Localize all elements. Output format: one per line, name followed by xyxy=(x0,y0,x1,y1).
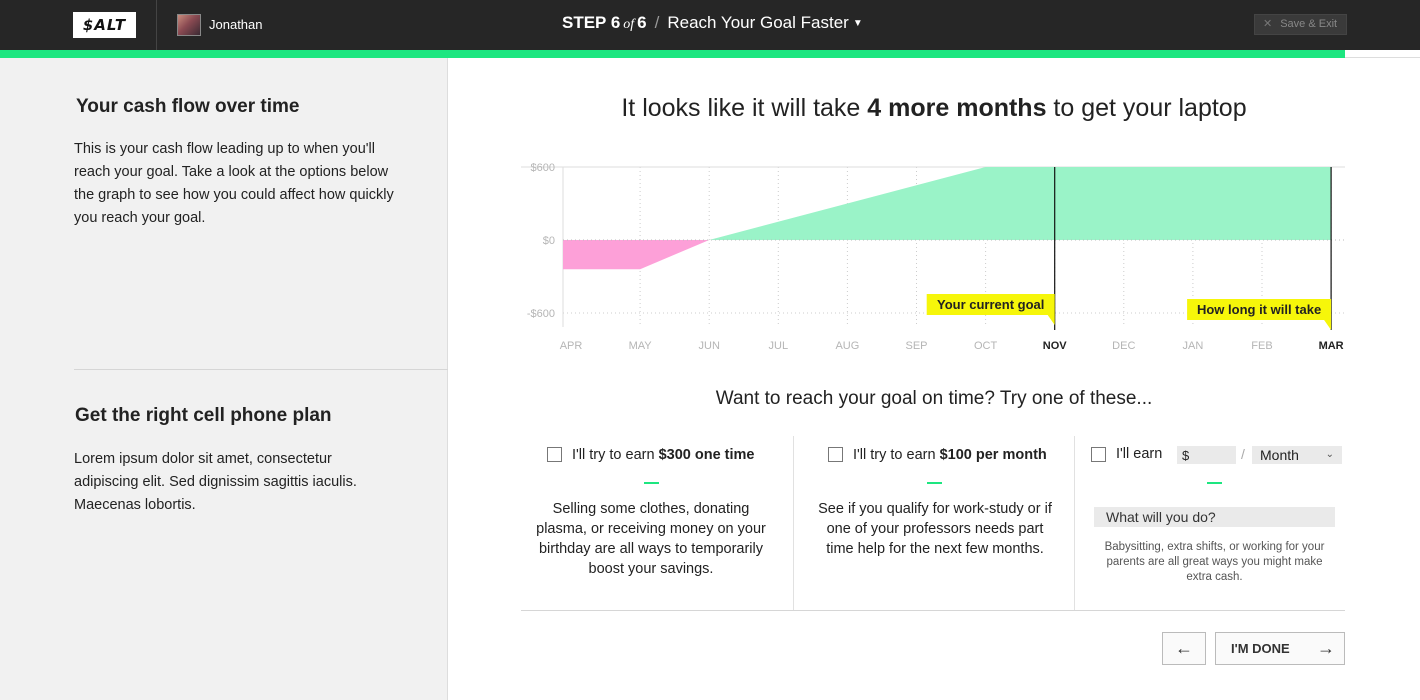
option1-label[interactable]: I'll try to earn $300 one time xyxy=(572,447,755,463)
step-label: STEP 6 xyxy=(562,13,621,32)
x-tick-label: OCT xyxy=(974,340,998,352)
negative-area xyxy=(563,240,710,270)
cash-flow-chart: $600 $0 -$600 APR MAY JUN JUL AUG SEP OCT NOV DEC JA… xyxy=(521,162,1345,352)
back-button[interactable]: ← xyxy=(1162,632,1206,665)
step-indicator: STEP 6 of 6 / Reach Your Goal Faster ▼ xyxy=(562,13,863,33)
user-name[interactable]: Jonathan xyxy=(209,17,263,32)
headline-post: to get your laptop xyxy=(1046,94,1247,122)
arrow-left-icon: ← xyxy=(1175,638,1193,658)
option1-description: Selling some clothes, donating plasma, o… xyxy=(536,501,766,577)
step-total: 6 xyxy=(637,13,647,32)
cash-flow-title: Your cash flow over time xyxy=(76,96,300,117)
salt-logo[interactable]: $ALT xyxy=(73,12,136,38)
arrow-right-icon: → xyxy=(1317,638,1335,658)
option1-label-bold: $300 one time xyxy=(658,447,755,463)
marker-label: Your current goal xyxy=(937,297,1044,312)
x-tick-label: NOV xyxy=(1043,340,1068,352)
save-exit-label: Save & Exit xyxy=(1280,18,1338,30)
top-bar: $ALT Jonathan STEP 6 of 6 / Reach Your Goal … xyxy=(0,0,1420,50)
x-tick-label: DEC xyxy=(1112,340,1135,352)
x-tick-label: MAR xyxy=(1319,340,1344,352)
option2-label[interactable]: I'll try to earn $100 per month xyxy=(853,447,1047,463)
caret-down-icon[interactable]: ▼ xyxy=(853,18,863,29)
topbar-divider xyxy=(156,0,157,50)
x-tick-label: FEB xyxy=(1251,340,1272,352)
y-tick-label: -$600 xyxy=(527,308,555,320)
option-divider xyxy=(793,436,794,610)
options-heading: Want to reach your goal on time? Try one… xyxy=(715,388,1153,409)
headline-bold: 4 more months xyxy=(867,94,1047,122)
x-tick-label: AUG xyxy=(835,340,859,352)
positive-area xyxy=(709,167,1332,240)
goal-title-dropdown[interactable]: Reach Your Goal Faster xyxy=(667,13,848,32)
option1-dash xyxy=(644,482,659,484)
option2-checkbox[interactable] xyxy=(828,447,843,462)
x-tick-label: MAY xyxy=(629,340,653,352)
earn-slash: / xyxy=(1241,446,1245,462)
done-button[interactable]: I'M DONE → xyxy=(1215,632,1345,665)
page-headline: It looks like it will take 4 more months… xyxy=(448,94,1420,123)
cell-plan-title: Get the right cell phone plan xyxy=(75,405,332,426)
progress-fill xyxy=(0,50,1345,58)
done-label: I'M DONE xyxy=(1231,641,1290,656)
x-tick-label: JUN xyxy=(699,340,720,352)
period-select-value: Month xyxy=(1260,447,1299,463)
option3-dash xyxy=(1207,482,1222,484)
x-tick-label: JUL xyxy=(769,340,789,352)
option1-checkbox[interactable] xyxy=(547,447,562,462)
progress-bar xyxy=(0,50,1420,58)
step-of: of xyxy=(623,17,635,32)
y-tick-label: $0 xyxy=(543,235,555,247)
option3-label[interactable]: I'll earn xyxy=(1116,446,1162,462)
sidebar-divider xyxy=(74,369,448,370)
option2-description: See if you qualify for work-study or if … xyxy=(818,501,1052,557)
chevron-down-icon: ⌄ xyxy=(1325,449,1334,460)
option1-label-pre: I'll try to earn xyxy=(572,447,659,463)
step-separator: / xyxy=(654,13,660,32)
option3-description: Babysitting, extra shifts, or working fo… xyxy=(1104,541,1325,583)
option2-dash xyxy=(927,482,942,484)
save-exit-button[interactable]: ✕ Save & Exit xyxy=(1254,14,1347,35)
cash-flow-text: This is your cash flow leading up to whe… xyxy=(74,141,394,226)
option2-label-pre: I'll try to earn xyxy=(853,447,940,463)
cell-plan-text: Lorem ipsum dolor sit amet, consectetur … xyxy=(74,451,357,513)
avatar[interactable] xyxy=(177,14,201,36)
option2-label-bold: $100 per month xyxy=(939,447,1047,463)
x-tick-label: JAN xyxy=(1183,340,1204,352)
headline-pre: It looks like it will take xyxy=(621,94,868,122)
x-tick-label: APR xyxy=(560,340,583,352)
what-will-you-do-input[interactable] xyxy=(1094,507,1335,527)
option-divider xyxy=(1074,436,1075,610)
period-select[interactable]: Month ⌄ xyxy=(1252,446,1342,464)
y-tick-label: $600 xyxy=(531,162,555,174)
marker-label: How long it will take xyxy=(1197,302,1321,317)
option3-checkbox[interactable] xyxy=(1091,447,1106,462)
sidebar: Your cash flow over time This is your ca… xyxy=(0,58,448,700)
x-tick-label: SEP xyxy=(905,340,927,352)
options-bottom-rule xyxy=(521,610,1345,611)
earn-amount-input[interactable] xyxy=(1177,446,1236,464)
close-icon: ✕ xyxy=(1263,18,1273,30)
